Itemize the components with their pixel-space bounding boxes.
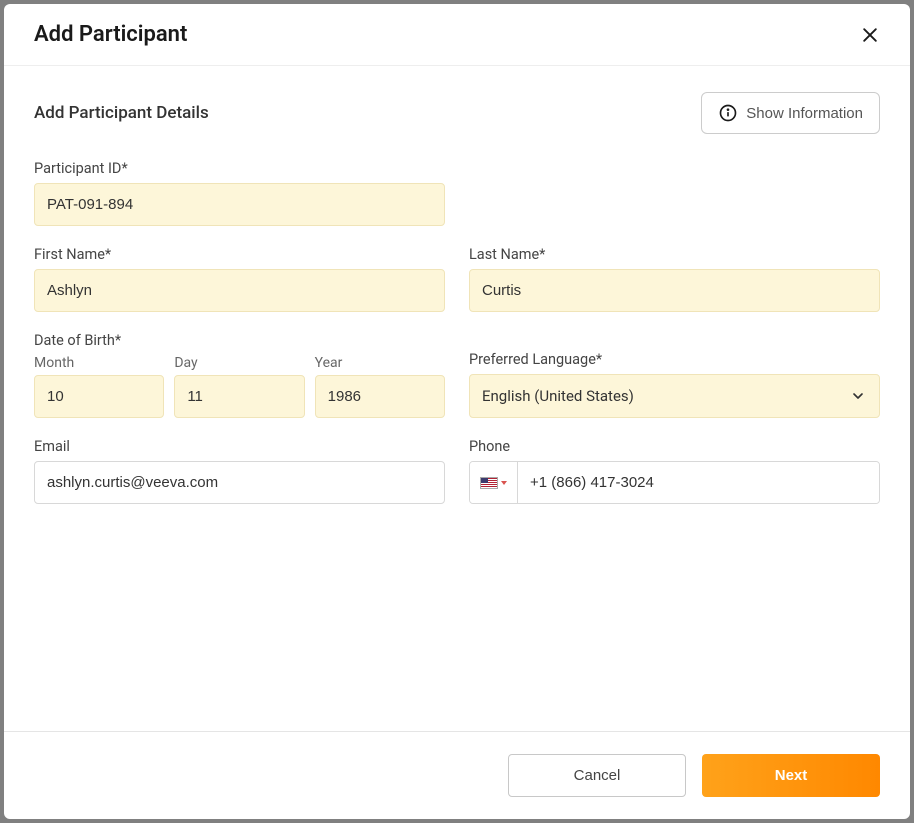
show-information-label: Show Information — [746, 105, 863, 122]
email-label: Email — [34, 438, 445, 455]
last-name-field: Last Name* — [469, 246, 880, 312]
participant-id-field: Participant ID* — [34, 160, 445, 226]
email-input[interactable] — [34, 461, 445, 504]
dob-month-label: Month — [34, 355, 164, 371]
language-value: English (United States) — [469, 374, 880, 418]
section-header: Add Participant Details Show Information — [34, 92, 880, 134]
cancel-button[interactable]: Cancel — [508, 754, 686, 797]
first-name-input[interactable] — [34, 269, 445, 312]
dob-row: Month Day Year — [34, 355, 445, 418]
info-icon — [718, 103, 738, 123]
modal-footer: Cancel Next — [4, 731, 910, 819]
show-information-button[interactable]: Show Information — [701, 92, 880, 134]
dob-month-input[interactable] — [34, 375, 164, 418]
spacer — [469, 160, 880, 226]
modal-title: Add Participant — [34, 22, 187, 47]
dob-month-group: Month — [34, 355, 164, 418]
dob-year-group: Year — [315, 355, 445, 418]
last-name-label: Last Name* — [469, 246, 880, 263]
email-field: Email — [34, 438, 445, 504]
caret-down-icon — [501, 481, 507, 485]
language-label: Preferred Language* — [469, 351, 880, 368]
close-icon[interactable] — [860, 25, 880, 45]
phone-field: Phone — [469, 438, 880, 504]
language-field: Preferred Language* English (United Stat… — [469, 332, 880, 418]
dob-label: Date of Birth* — [34, 332, 445, 349]
dob-year-label: Year — [315, 355, 445, 371]
next-button[interactable]: Next — [702, 754, 880, 797]
section-title: Add Participant Details — [34, 103, 209, 123]
country-code-button[interactable] — [470, 462, 518, 503]
phone-input[interactable] — [518, 462, 879, 503]
language-select[interactable]: English (United States) — [469, 374, 880, 418]
phone-wrap — [469, 461, 880, 504]
add-participant-modal: Add Participant Add Participant Details … — [4, 4, 910, 819]
us-flag-icon — [480, 477, 498, 489]
dob-day-group: Day — [174, 355, 304, 418]
phone-label: Phone — [469, 438, 880, 455]
participant-id-label: Participant ID* — [34, 160, 445, 177]
dob-field: Date of Birth* Month Day Year — [34, 332, 445, 418]
dob-day-label: Day — [174, 355, 304, 371]
modal-header: Add Participant — [4, 4, 910, 66]
modal-body: Add Participant Details Show Information… — [4, 66, 910, 731]
dob-year-input[interactable] — [315, 375, 445, 418]
participant-id-input[interactable] — [34, 183, 445, 226]
first-name-label: First Name* — [34, 246, 445, 263]
form-grid: Participant ID* First Name* Last Name* D… — [34, 160, 880, 504]
last-name-input[interactable] — [469, 269, 880, 312]
first-name-field: First Name* — [34, 246, 445, 312]
dob-day-input[interactable] — [174, 375, 304, 418]
